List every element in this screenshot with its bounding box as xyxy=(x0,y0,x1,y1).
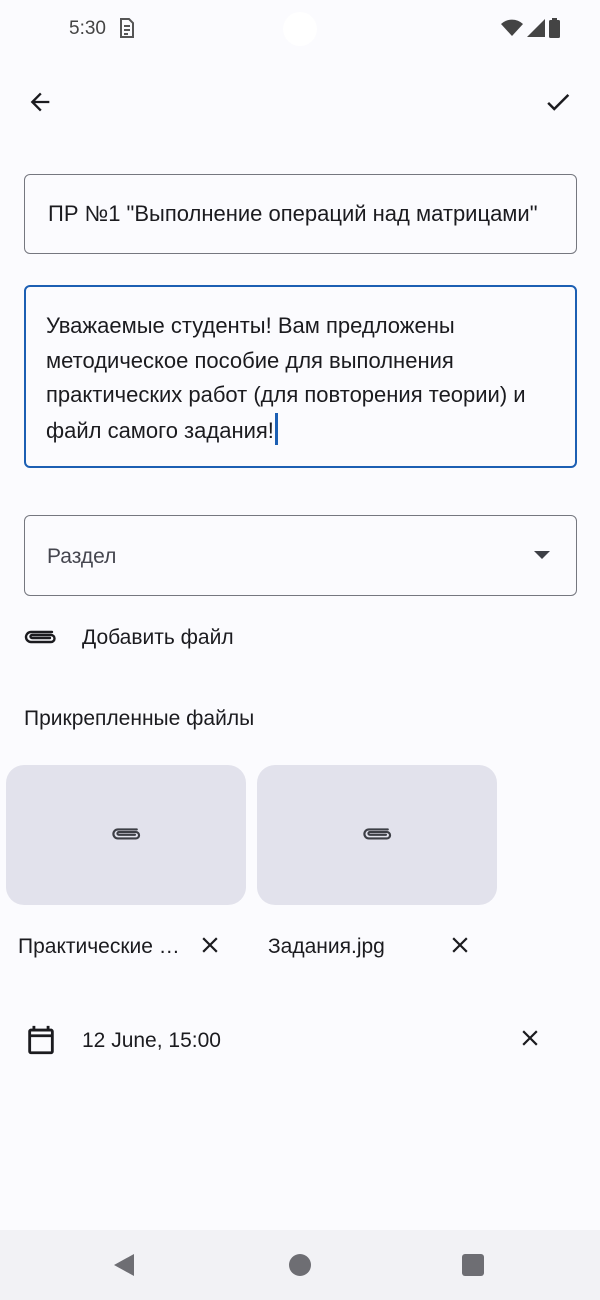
dropdown-arrow-icon xyxy=(534,551,550,559)
close-icon xyxy=(517,1025,543,1056)
back-button[interactable] xyxy=(16,80,64,128)
add-file-button[interactable]: Добавить файл xyxy=(22,618,282,658)
status-bar: 5:30 xyxy=(0,0,600,60)
add-file-label: Добавить файл xyxy=(82,626,234,649)
close-icon xyxy=(197,932,223,963)
attached-files-title: Прикрепленные файлы xyxy=(24,707,255,730)
arrow-left-icon xyxy=(26,88,54,121)
nav-back-button[interactable] xyxy=(114,1254,134,1276)
description-text: Уважаемые студенты! Вам предложены метод… xyxy=(46,313,526,443)
attachment-name-1: Практические работы.pdf xyxy=(18,935,180,958)
remove-attachment-1-button[interactable] xyxy=(192,929,228,965)
status-icons xyxy=(501,18,560,43)
title-input-value: ПР №1 "Выполнение операций над матрицами… xyxy=(48,201,538,226)
nav-home-button[interactable] xyxy=(289,1254,311,1276)
signal-icon xyxy=(527,19,545,42)
paperclip-icon xyxy=(360,824,394,847)
section-placeholder: Раздел xyxy=(47,545,117,568)
text-cursor xyxy=(274,412,278,445)
deadline-row: 12 June, 15:00 xyxy=(24,1020,554,1064)
calendar-icon xyxy=(24,1022,58,1063)
clear-deadline-button[interactable] xyxy=(512,1022,548,1058)
sim-icon xyxy=(118,17,136,39)
system-nav-bar xyxy=(0,1230,600,1300)
deadline-value[interactable]: 12 June, 15:00 xyxy=(82,1029,221,1053)
section-dropdown[interactable]: Раздел xyxy=(24,515,577,596)
attachment-name-2: Задания.jpg xyxy=(268,935,385,958)
wifi-icon xyxy=(501,19,523,42)
description-input[interactable]: Уважаемые студенты! Вам предложены метод… xyxy=(24,285,577,468)
title-input[interactable]: ПР №1 "Выполнение операций над матрицами… xyxy=(24,174,577,254)
paperclip-icon xyxy=(109,824,143,847)
attachment-card-1[interactable] xyxy=(6,765,246,905)
description-input-value: Уважаемые студенты! Вам предложены метод… xyxy=(46,309,561,448)
check-icon xyxy=(543,87,573,122)
remove-attachment-2-button[interactable] xyxy=(442,929,478,965)
paperclip-icon xyxy=(22,626,58,651)
save-button[interactable] xyxy=(534,80,582,128)
close-icon xyxy=(447,932,473,963)
attachment-card-2[interactable] xyxy=(257,765,497,905)
camera-cutout xyxy=(283,12,317,46)
battery-icon xyxy=(549,18,560,43)
nav-recents-button[interactable] xyxy=(462,1254,484,1276)
status-time: 5:30 xyxy=(69,18,106,39)
